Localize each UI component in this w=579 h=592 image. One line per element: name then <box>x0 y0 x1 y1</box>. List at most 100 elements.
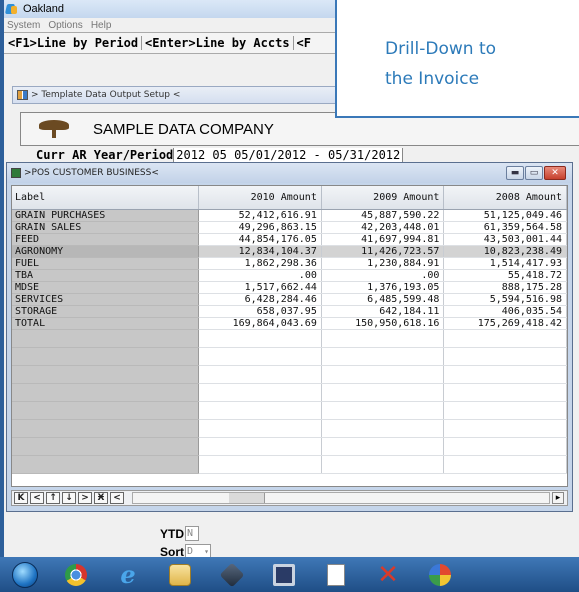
row-label[interactable]: GRAIN SALES <box>12 221 200 234</box>
amount-cell-2009[interactable]: 150,950,618.16 <box>321 317 445 330</box>
amount-cell-2010[interactable]: 1,862,298.36 <box>198 257 322 270</box>
previous-record-button[interactable]: ↑ <box>46 492 60 504</box>
empty-row[interactable] <box>12 455 567 474</box>
table-row[interactable]: FUEL 1,862,298.36 1,230,884.91 1,514,417.93 <box>12 257 567 270</box>
empty-row[interactable] <box>12 437 567 456</box>
amount-cell-2009[interactable]: .00 <box>321 269 445 282</box>
table-row[interactable]: TBA .00.00 55,418.72 <box>12 269 567 282</box>
table-row[interactable]: GRAIN SALES 49,296,863.15 42,203,448.01 61,… <box>12 221 567 234</box>
empty-cell[interactable] <box>12 401 200 420</box>
row-label[interactable]: FUEL <box>12 257 200 270</box>
empty-cell[interactable] <box>321 401 445 420</box>
empty-row[interactable] <box>12 329 567 348</box>
next-record-button[interactable]: ↓ <box>62 492 76 504</box>
ytd-input[interactable]: N <box>185 526 199 541</box>
empty-cell[interactable] <box>12 365 200 384</box>
empty-row[interactable] <box>12 347 567 366</box>
empty-cell[interactable] <box>198 455 322 474</box>
fkey-line-by-period[interactable]: <F1>Line by Period <box>8 36 143 50</box>
amount-cell-2010[interactable]: 169,864,043.69 <box>198 317 322 330</box>
amount-cell-2008[interactable]: 175,269,418.42 <box>443 317 567 330</box>
table-row[interactable]: FEED 44,854,176.05 41,697,994.81 43,503,001… <box>12 233 567 246</box>
row-label[interactable]: MDSE <box>12 281 200 294</box>
next-page-button[interactable]: > <box>78 492 92 504</box>
scrollbar-thumb[interactable] <box>229 493 265 503</box>
empty-row[interactable] <box>12 383 567 402</box>
amount-cell-2008[interactable]: 406,035.54 <box>443 305 567 318</box>
amount-cell-2010[interactable]: .00 <box>198 269 322 282</box>
red-x-icon[interactable]: ✕ <box>370 560 406 590</box>
start-orb[interactable] <box>12 561 38 588</box>
menu-system[interactable]: System <box>7 20 40 31</box>
column-header-2008[interactable]: 2008 Amount <box>443 186 567 210</box>
amount-cell-2008[interactable]: 10,823,238.49 <box>443 245 567 258</box>
table-row[interactable]: SERVICES 6,428,284.46 6,485,599.48 5,594,51… <box>12 293 567 306</box>
amount-cell-2010[interactable]: 49,296,863.15 <box>198 221 322 234</box>
empty-cell[interactable] <box>443 401 567 420</box>
scroll-right-button[interactable]: ▸ <box>552 492 564 504</box>
amount-cell-2008[interactable]: 5,594,516.98 <box>443 293 567 306</box>
paint-icon[interactable] <box>422 560 458 590</box>
table-row[interactable]: GRAIN PURCHASES 52,412,616.91 45,887,590.2… <box>12 209 567 222</box>
monitor-icon[interactable] <box>266 560 302 590</box>
amount-cell-2009[interactable]: 45,887,590.22 <box>321 209 445 222</box>
minimize-button[interactable]: ▬ <box>506 166 524 180</box>
first-record-button[interactable]: K <box>14 492 28 504</box>
column-header-2010[interactable]: 2010 Amount <box>198 186 322 210</box>
empty-cell[interactable] <box>443 455 567 474</box>
amount-cell-2008[interactable]: 1,514,417.93 <box>443 257 567 270</box>
empty-cell[interactable] <box>12 437 200 456</box>
empty-cell[interactable] <box>443 329 567 348</box>
amount-cell-2008[interactable]: 51,125,049.46 <box>443 209 567 222</box>
empty-cell[interactable] <box>443 419 567 438</box>
row-label[interactable]: SERVICES <box>12 293 200 306</box>
table-row[interactable]: STORAGE 658,037.95 642,184.11 406,035.54 <box>12 305 567 318</box>
amount-cell-2010[interactable]: 52,412,616.91 <box>198 209 322 222</box>
empty-cell[interactable] <box>321 347 445 366</box>
empty-cell[interactable] <box>443 437 567 456</box>
amount-cell-2010[interactable]: 12,834,104.37 <box>198 245 322 258</box>
empty-cell[interactable] <box>198 419 322 438</box>
amount-cell-2009[interactable]: 42,203,448.01 <box>321 221 445 234</box>
row-label[interactable]: AGRONOMY <box>12 245 200 258</box>
amount-cell-2009[interactable]: 11,426,723.57 <box>321 245 445 258</box>
empty-cell[interactable] <box>321 329 445 348</box>
fkey-line-by-accts[interactable]: <Enter>Line by Accts <box>145 36 294 50</box>
amount-cell-2009[interactable]: 6,485,599.48 <box>321 293 445 306</box>
scroll-left-button[interactable]: < <box>110 492 124 504</box>
table-row[interactable]: AGRONOMY 12,834,104.37 11,426,723.57 10,823… <box>12 245 567 258</box>
amount-cell-2010[interactable]: 1,517,662.44 <box>198 281 322 294</box>
empty-cell[interactable] <box>12 329 200 348</box>
window-icon[interactable] <box>318 560 354 590</box>
empty-cell[interactable] <box>198 329 322 348</box>
empty-cell[interactable] <box>198 383 322 402</box>
row-label[interactable]: TBA <box>12 269 200 282</box>
previous-page-button[interactable]: < <box>30 492 44 504</box>
empty-cell[interactable] <box>443 383 567 402</box>
table-row[interactable]: MDSE 1,517,662.44 1,376,193.05 888,175.28 <box>12 281 567 294</box>
folder-icon[interactable] <box>162 560 198 590</box>
empty-cell[interactable] <box>321 383 445 402</box>
amount-cell-2009[interactable]: 1,230,884.91 <box>321 257 445 270</box>
empty-cell[interactable] <box>321 365 445 384</box>
amount-cell-2008[interactable]: 55,418.72 <box>443 269 567 282</box>
internet-explorer-icon[interactable]: e <box>110 560 146 590</box>
maximize-button[interactable]: ▭ <box>525 166 543 180</box>
empty-cell[interactable] <box>198 437 322 456</box>
empty-cell[interactable] <box>321 437 445 456</box>
empty-cell[interactable] <box>198 365 322 384</box>
amount-cell-2009[interactable]: 642,184.11 <box>321 305 445 318</box>
amount-cell-2010[interactable]: 44,854,176.05 <box>198 233 322 246</box>
empty-cell[interactable] <box>321 455 445 474</box>
period-value[interactable]: 2012 05 05/01/2012 - 05/31/2012 <box>173 148 404 162</box>
amount-cell-2010[interactable]: 658,037.95 <box>198 305 322 318</box>
row-label[interactable]: GRAIN PURCHASES <box>12 209 200 222</box>
empty-cell[interactable] <box>12 347 200 366</box>
row-label[interactable]: STORAGE <box>12 305 200 318</box>
empty-row[interactable] <box>12 401 567 420</box>
amount-cell-2010[interactable]: 6,428,284.46 <box>198 293 322 306</box>
amount-cell-2008[interactable]: 43,503,001.44 <box>443 233 567 246</box>
empty-cell[interactable] <box>12 455 200 474</box>
empty-cell[interactable] <box>443 347 567 366</box>
pos-window-titlebar[interactable]: >POS CUSTOMER BUSINESS< ▬ ▭ ✕ <box>7 163 572 183</box>
